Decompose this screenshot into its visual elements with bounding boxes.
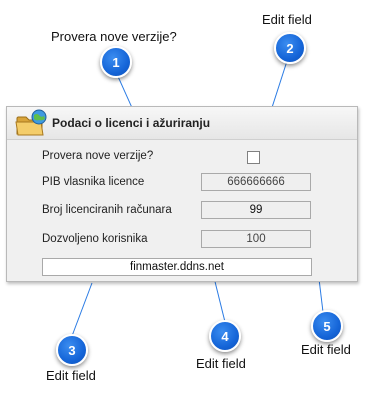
callout-1-badge: 1 — [100, 46, 132, 78]
callout-3-caption: Edit field — [46, 368, 96, 383]
pib-field[interactable] — [201, 173, 311, 191]
licensed-computers-label: Broj licenciranih računara — [42, 204, 172, 216]
check-update-checkbox[interactable] — [247, 151, 260, 164]
leader-line-3 — [71, 282, 93, 337]
pib-label: PIB vlasnika licence — [42, 176, 145, 188]
folder-globe-icon — [15, 109, 47, 136]
license-update-panel: Podaci o licenci i ažuriranju Provera no… — [6, 106, 358, 282]
callout-2-badge: 2 — [274, 32, 306, 64]
callout-5-badge: 5 — [311, 310, 343, 342]
allowed-users-field[interactable] — [201, 230, 311, 248]
callout-3-badge: 3 — [56, 334, 88, 366]
allowed-users-label: Dozvoljeno korisnika — [42, 233, 148, 245]
panel-title: Podaci o licenci i ažuriranju — [52, 116, 211, 130]
check-update-label: Provera nove verzije? — [42, 150, 154, 162]
callout-1-caption: Provera nove verzije? — [51, 29, 177, 44]
callout-2-caption: Edit field — [262, 12, 312, 27]
callout-5-caption: Edit field — [301, 342, 351, 357]
panel-header: Podaci o licenci i ažuriranju — [7, 107, 357, 140]
callout-4-badge: 4 — [209, 320, 241, 352]
server-url-field[interactable] — [42, 258, 312, 276]
callout-4-caption: Edit field — [196, 356, 246, 371]
licensed-computers-field[interactable] — [201, 201, 311, 219]
